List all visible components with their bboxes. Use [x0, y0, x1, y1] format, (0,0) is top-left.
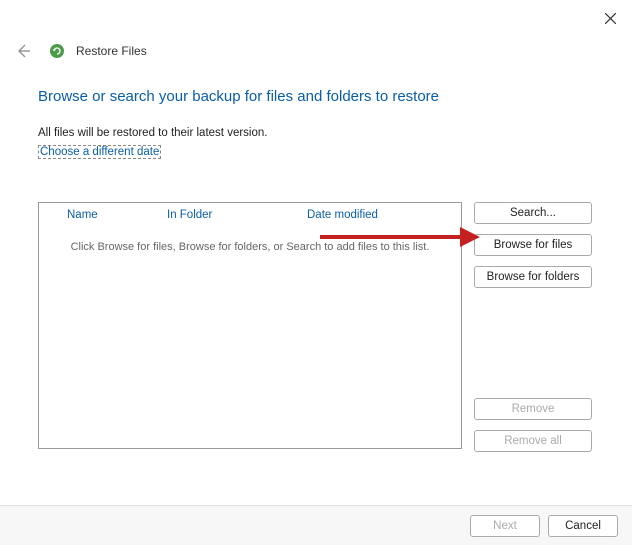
column-header-date[interactable]: Date modified	[299, 209, 461, 221]
next-button: Next	[470, 515, 540, 537]
list-header: Name In Folder Date modified	[39, 203, 461, 225]
page-heading: Browse or search your backup for files a…	[38, 88, 594, 105]
search-button[interactable]: Search...	[474, 202, 592, 224]
column-header-folder[interactable]: In Folder	[159, 209, 299, 221]
back-arrow-icon[interactable]	[14, 42, 32, 60]
browse-files-button[interactable]: Browse for files	[474, 234, 592, 256]
header-bar: Restore Files	[0, 0, 632, 60]
remove-all-button: Remove all	[474, 430, 592, 452]
footer-bar: Next Cancel	[0, 505, 632, 545]
restore-files-icon	[48, 42, 66, 60]
close-button[interactable]	[598, 6, 622, 30]
column-header-name[interactable]: Name	[39, 209, 159, 221]
side-button-panel: Search... Browse for files Browse for fo…	[474, 202, 594, 452]
empty-list-message: Click Browse for files, Browse for folde…	[39, 225, 461, 253]
remove-button: Remove	[474, 398, 592, 420]
window-title: Restore Files	[76, 44, 147, 58]
choose-date-link[interactable]: Choose a different date	[38, 145, 161, 159]
file-list-box: Name In Folder Date modified Click Brows…	[38, 202, 462, 449]
cancel-button[interactable]: Cancel	[548, 515, 618, 537]
browse-folders-button[interactable]: Browse for folders	[474, 266, 592, 288]
version-info-text: All files will be restored to their late…	[38, 127, 594, 139]
